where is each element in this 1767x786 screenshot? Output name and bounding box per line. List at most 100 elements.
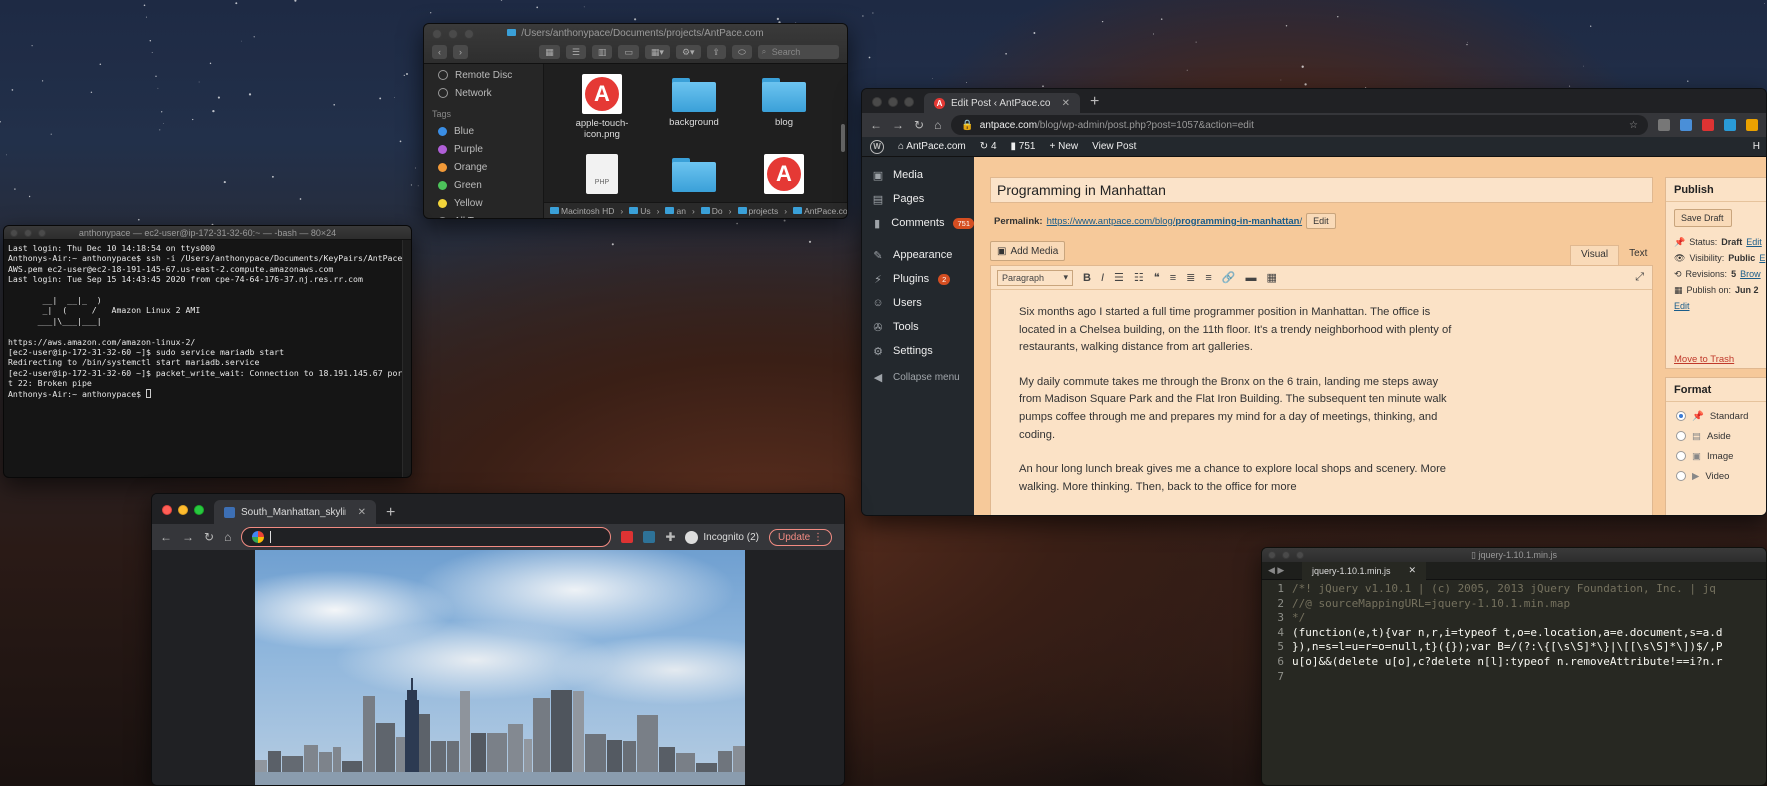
format-option[interactable]: ▤ Aside	[1666, 426, 1766, 446]
sidebar-tag-item[interactable]: Purple	[432, 140, 535, 158]
sidebar-item-remote-disc[interactable]: Remote Disc	[432, 66, 535, 84]
close-tab-icon[interactable]: ✕	[1409, 565, 1417, 576]
wp-menu-item[interactable]: ▤ Pages	[862, 187, 974, 211]
numbered-list-icon[interactable]: ☷	[1134, 271, 1144, 284]
path-segment[interactable]: Us	[629, 206, 651, 216]
radio-button[interactable]	[1676, 411, 1686, 421]
bold-icon[interactable]: B	[1083, 272, 1091, 284]
terminal-output[interactable]: Last login: Thu Dec 10 14:18:54 on ttys0…	[4, 240, 411, 402]
permalink-link[interactable]: https://www.antpace.com/blog/programming…	[1047, 216, 1303, 227]
address-bar[interactable]: 🔒 antpace.com/blog/wp-admin/post.php?pos…	[951, 115, 1648, 135]
code-tab-jquery[interactable]: jquery-1.10.1.min.js ✕	[1302, 561, 1427, 580]
folder-background[interactable]: background	[654, 78, 734, 128]
permalink-edit-button[interactable]: Edit	[1306, 213, 1336, 229]
admin-bar-howdy[interactable]: H	[1753, 141, 1766, 152]
radio-button[interactable]	[1676, 431, 1686, 441]
tab-text[interactable]: Text	[1619, 245, 1657, 265]
file-app-icon[interactable]: A	[744, 154, 824, 198]
toolbar-toggle-icon[interactable]: ▦	[1266, 271, 1276, 284]
extension-icon[interactable]	[1702, 119, 1714, 131]
paragraph-format-select[interactable]: Paragraph ▾	[997, 269, 1073, 286]
path-segment[interactable]: projects	[737, 206, 778, 216]
wp-menu-item[interactable]: ☺ Users	[862, 291, 974, 315]
sidebar-tag-item[interactable]: Green	[432, 176, 535, 194]
address-bar[interactable]	[241, 527, 612, 547]
sidebar-tag-item[interactable]: Yellow	[432, 194, 535, 212]
format-option[interactable]: ▣ Image	[1666, 446, 1766, 466]
radio-button[interactable]	[1676, 471, 1686, 481]
browse-revisions-link[interactable]: Brow	[1740, 269, 1761, 279]
admin-bar-site[interactable]: ⌂ AntPace.com	[898, 141, 966, 152]
wp-menu-item[interactable]: ◀ Collapse menu	[862, 365, 974, 389]
extension-icon[interactable]	[1680, 119, 1692, 131]
extension-icon[interactable]	[1724, 119, 1736, 131]
visibility-edit-link[interactable]: E	[1759, 253, 1765, 263]
wp-menu-item[interactable]: ⚡ Plugins 2	[862, 267, 974, 291]
finder-scrollbar[interactable]	[841, 124, 845, 152]
home-icon[interactable]: ⌂	[224, 530, 231, 544]
finder-search-input[interactable]: ⌕ Search	[757, 45, 839, 59]
extensions-puzzle-icon[interactable]: ✚	[665, 530, 675, 544]
align-center-icon[interactable]: ≣	[1186, 271, 1195, 284]
fullscreen-icon[interactable]: ⤢	[1635, 271, 1652, 284]
forward-icon[interactable]: →	[182, 530, 194, 544]
browser-tab-skyline[interactable]: South_Manhattan_skyline_-_Ma ✕	[214, 500, 376, 524]
file-php[interactable]: PHP	[562, 154, 642, 194]
publish-on-edit-link[interactable]: Edit	[1674, 301, 1690, 311]
wordpress-logo-icon[interactable]: W	[870, 139, 884, 154]
column-view-icon[interactable]: ▥	[591, 45, 613, 59]
back-icon[interactable]: ←	[870, 118, 882, 132]
sidebar-tag-item[interactable]: Orange	[432, 158, 535, 176]
close-icon[interactable]	[162, 505, 172, 515]
format-option[interactable]: 📌 Standard	[1666, 406, 1766, 426]
action-gear-icon[interactable]: ⚙▾	[675, 45, 701, 59]
folder-item[interactable]	[654, 158, 734, 197]
read-more-icon[interactable]: ▬	[1245, 272, 1256, 284]
folder-blog[interactable]: blog	[744, 78, 824, 128]
extension-icon[interactable]	[1658, 119, 1670, 131]
move-to-trash-link[interactable]: Move to Trash	[1666, 354, 1734, 365]
wp-menu-item[interactable]: ▣ Media	[862, 163, 974, 187]
zoom-icon[interactable]	[194, 505, 204, 515]
wp-menu-item[interactable]: ⚙ Settings	[862, 339, 974, 363]
close-tab-icon[interactable]: ✕	[1062, 98, 1070, 109]
extension-icon[interactable]	[621, 531, 634, 543]
update-button[interactable]: Update ⋮	[768, 528, 832, 546]
close-icon[interactable]	[872, 97, 882, 107]
tab-visual[interactable]: Visual	[1570, 245, 1620, 265]
sidebar-tag-item[interactable]: All Tags...	[432, 212, 535, 218]
code-view[interactable]: 1234567 /*! jQuery v1.10.1 | (c) 2005, 2…	[1262, 580, 1766, 684]
incognito-indicator[interactable]: Incognito (2)	[685, 530, 759, 544]
extension-icon[interactable]	[1746, 119, 1758, 131]
post-title-input[interactable]: Programming in Manhattan	[990, 177, 1653, 203]
radio-button[interactable]	[1676, 451, 1686, 461]
path-segment[interactable]: an	[665, 206, 686, 216]
path-segment[interactable]: Macintosh HD	[550, 206, 614, 216]
align-right-icon[interactable]: ≡	[1205, 272, 1211, 284]
bullet-list-icon[interactable]: ☰	[1114, 271, 1124, 284]
zoom-icon[interactable]	[904, 97, 914, 107]
save-draft-button[interactable]: Save Draft	[1674, 209, 1732, 227]
forward-icon[interactable]: →	[892, 118, 904, 132]
admin-bar-updates[interactable]: ↻ 4	[980, 141, 997, 152]
path-segment[interactable]: Do	[700, 206, 723, 216]
editor-content[interactable]: Six months ago I started a full time pro…	[991, 290, 1487, 515]
minimize-icon[interactable]	[888, 97, 898, 107]
link-icon[interactable]: 🔗	[1222, 271, 1236, 284]
back-icon[interactable]: ‹	[432, 45, 447, 59]
status-edit-link[interactable]: Edit	[1746, 237, 1762, 247]
admin-bar-new[interactable]: + New	[1049, 141, 1078, 152]
bookmark-star-icon[interactable]: ☆	[1629, 120, 1638, 131]
close-tab-icon[interactable]: ✕	[358, 507, 366, 518]
home-icon[interactable]: ⌂	[934, 118, 941, 132]
forward-icon[interactable]: ›	[453, 45, 468, 59]
reload-icon[interactable]: ↻	[914, 118, 924, 132]
back-icon[interactable]: ←	[160, 530, 172, 544]
path-segment[interactable]: AntPace.com	[793, 206, 847, 216]
browser-tab-edit-post[interactable]: A Edit Post ‹ AntPace.com — Wo ✕	[924, 93, 1080, 113]
extension-icon[interactable]	[643, 531, 656, 543]
file-apple-touch-icon[interactable]: A apple-touch-icon.png	[562, 74, 642, 140]
new-tab-icon[interactable]: +	[386, 504, 395, 522]
gallery-view-icon[interactable]: ▭	[618, 45, 639, 59]
admin-bar-comments[interactable]: ▮ 751	[1011, 141, 1036, 152]
